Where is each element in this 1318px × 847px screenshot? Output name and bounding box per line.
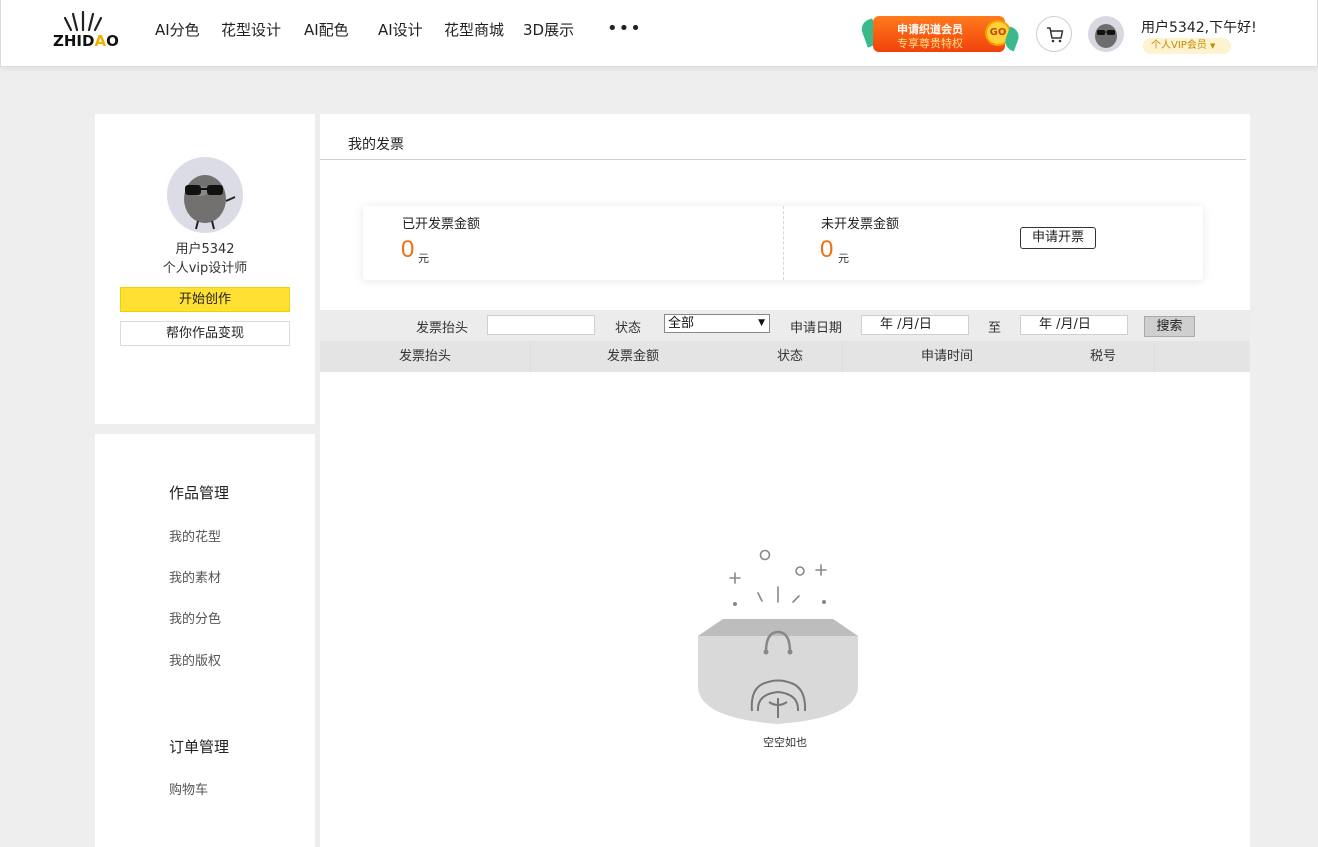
page-title: 我的发票 xyxy=(348,137,404,153)
unissued-amount-label: 未开发票金额 xyxy=(821,217,900,232)
date-to-input[interactable]: 年 /月/日 xyxy=(1020,315,1128,335)
apply-invoice-button[interactable]: 申请开票 xyxy=(1020,227,1096,249)
sidebar-item-cart[interactable]: 购物车 xyxy=(169,779,208,798)
column-apply-time: 申请时间 xyxy=(920,349,973,364)
filter-bar: 发票抬头 状态 全部 ▼ 申请日期 年 /月/日 至 年 /月/日 搜索 xyxy=(320,310,1250,341)
nav-ai-design[interactable]: AI设计 xyxy=(378,19,423,40)
title-divider xyxy=(320,159,1246,160)
user-avatar[interactable] xyxy=(1088,16,1124,52)
user-greeting: 用户5342,下午好! xyxy=(1141,20,1257,36)
sidebar-item-my-materials[interactable]: 我的素材 xyxy=(169,567,221,586)
nav-pattern-design[interactable]: 花型设计 xyxy=(221,19,281,40)
date-range-to-label: 至 xyxy=(988,321,1002,336)
issued-amount-unit: 元 xyxy=(418,252,429,265)
column-invoice-amount: 发票金额 xyxy=(606,349,659,364)
column-divider xyxy=(1154,341,1155,372)
sidebar-item-my-patterns[interactable]: 我的花型 xyxy=(169,526,221,545)
top-header: ZHIDAO AI分色 花型设计 AI配色 AI设计 花型商城 3D展示 •••… xyxy=(0,0,1318,67)
vip-membership-banner[interactable]: 申请织道会员 专享尊贵特权 GO xyxy=(858,14,1022,54)
date-from-input[interactable]: 年 /月/日 xyxy=(861,315,969,335)
invoice-panel: 我的发票 已开发票金额 0 元 未开发票金额 0 元 申请开票 发票抬头 状态 … xyxy=(320,114,1250,847)
status-label: 状态 xyxy=(615,321,642,336)
start-creating-button[interactable]: 开始创作 xyxy=(120,287,290,312)
unissued-amount-unit: 元 xyxy=(838,252,849,265)
vip-banner-pill: 申请织道会员 专享尊贵特权 GO xyxy=(873,16,1011,52)
search-button[interactable]: 搜索 xyxy=(1144,316,1195,337)
avatar-rock-icon xyxy=(184,175,236,230)
logo-rays-icon xyxy=(63,10,103,32)
sidebar-item-my-color-separations[interactable]: 我的分色 xyxy=(169,608,221,627)
issued-amount-label: 已开发票金额 xyxy=(402,217,481,232)
invoice-summary-card: 已开发票金额 0 元 未开发票金额 0 元 申请开票 xyxy=(363,206,1203,280)
sidebar-item-my-copyrights[interactable]: 我的版权 xyxy=(169,650,221,669)
nav-ai-color-separation[interactable]: AI分色 xyxy=(155,19,200,40)
invoice-table-header: 发票抬头 发票金额 状态 申请时间 税号 xyxy=(320,341,1250,372)
sidebar-menu: 作品管理 我的花型 我的素材 我的分色 我的版权 订单管理 购物车 xyxy=(95,434,315,847)
apply-date-label: 申请日期 xyxy=(790,321,843,336)
more-menu-icon[interactable]: ••• xyxy=(607,18,642,39)
nav-3d-display[interactable]: 3D展示 xyxy=(523,19,574,40)
profile-username: 用户5342 xyxy=(175,242,235,257)
invoice-title-input[interactable] xyxy=(487,315,595,335)
profile-role: 个人vip设计师 xyxy=(162,261,248,276)
monetize-works-button[interactable]: 帮你作品变现 xyxy=(120,321,290,346)
profile-card: 用户5342 个人vip设计师 开始创作 帮你作品变现 xyxy=(95,114,315,424)
cart-button[interactable] xyxy=(1036,16,1072,52)
summary-divider xyxy=(783,206,784,280)
issued-amount-value: 0 xyxy=(401,236,415,263)
nav-ai-coloring[interactable]: AI配色 xyxy=(304,19,349,40)
menu-section-works[interactable]: 作品管理 xyxy=(169,482,229,503)
profile-avatar xyxy=(167,157,243,233)
chevron-down-icon: ▼ xyxy=(1210,42,1216,50)
dropdown-arrow-icon: ▼ xyxy=(758,318,765,328)
column-invoice-title: 发票抬头 xyxy=(398,349,451,364)
cart-icon xyxy=(1047,27,1064,43)
vip-banner-subtitle: 专享尊贵特权 xyxy=(897,37,963,50)
column-divider xyxy=(842,341,843,372)
zhidao-logo[interactable]: ZHIDAO xyxy=(53,10,131,50)
unissued-amount-value: 0 xyxy=(820,236,834,263)
column-tax-number: 税号 xyxy=(1089,349,1116,364)
invoice-title-label: 发票抬头 xyxy=(416,321,469,336)
nav-pattern-mall[interactable]: 花型商城 xyxy=(444,19,504,40)
column-status: 状态 xyxy=(776,349,803,364)
empty-state-text: 空空如也 xyxy=(763,736,807,749)
menu-section-orders[interactable]: 订单管理 xyxy=(169,736,229,757)
logo-wordmark: ZHIDAO xyxy=(53,32,119,50)
vip-level-dropdown[interactable]: 个人VIP会员 ▼ xyxy=(1143,38,1231,54)
empty-bag-illustration xyxy=(698,549,858,724)
status-select[interactable]: 全部 ▼ xyxy=(664,314,770,333)
avatar-rock-icon xyxy=(1095,24,1117,48)
